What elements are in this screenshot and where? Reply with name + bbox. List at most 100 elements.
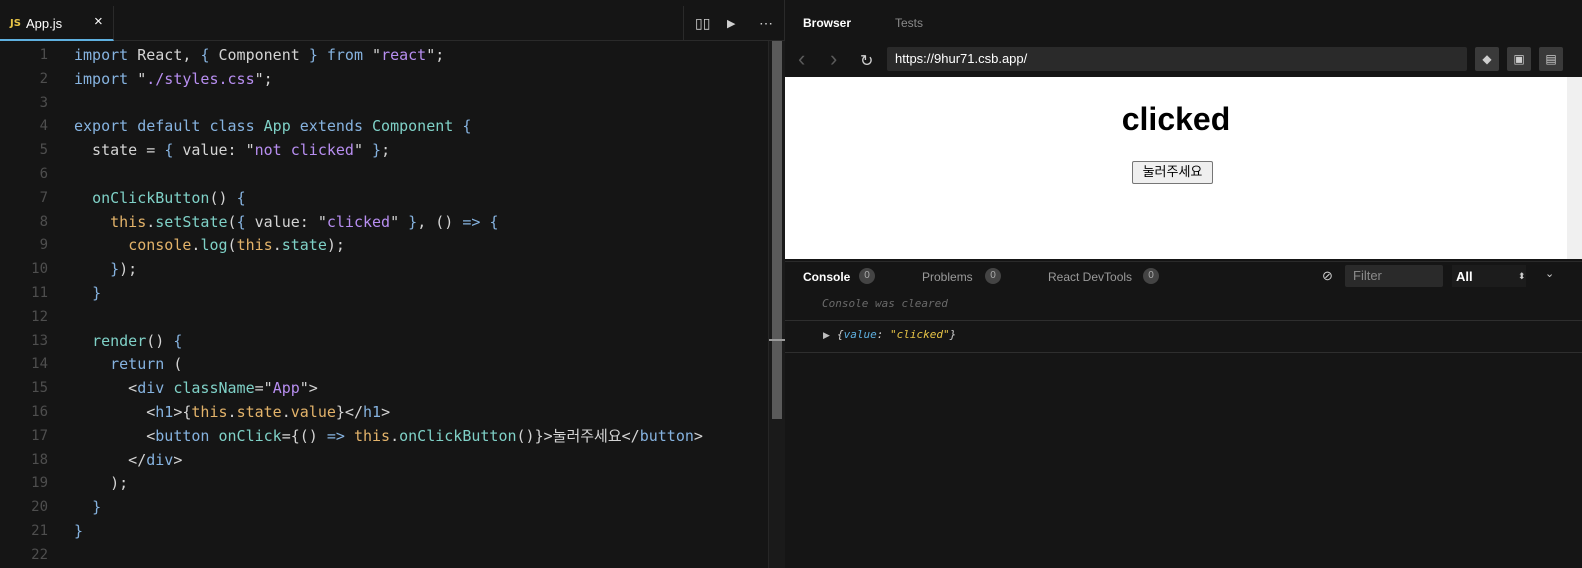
open-new-window-icon[interactable]: ▣ bbox=[1507, 47, 1531, 71]
preview-tabs: Browser Tests bbox=[785, 0, 1582, 46]
code-token: state bbox=[281, 236, 327, 255]
line-number: 20 bbox=[31, 499, 48, 516]
line-number: 21 bbox=[31, 523, 48, 539]
tab-react-devtools[interactable]: React DevTools bbox=[1048, 270, 1132, 284]
code-text: </div> bbox=[74, 448, 182, 472]
code-token: button bbox=[155, 426, 210, 445]
tab-browser[interactable]: Browser bbox=[803, 16, 851, 30]
devtools-count-badge: 0 bbox=[1143, 268, 1159, 284]
browser-toolbar: ‹ › ↻ https://9hur71.csb.app/ ◆ ▣ ▤ bbox=[785, 46, 1582, 76]
forward-icon[interactable]: › bbox=[830, 46, 837, 72]
line-number: 15 bbox=[31, 380, 48, 397]
code-text: this.setState({ value: "clicked" }, () =… bbox=[74, 210, 498, 234]
code-token: } bbox=[408, 212, 418, 231]
code-token: not clicked bbox=[254, 141, 354, 160]
devtools-icon[interactable]: ◆ bbox=[1475, 47, 1499, 71]
log-close-brace: } bbox=[949, 328, 957, 341]
code-text: } bbox=[74, 281, 101, 305]
code-token: onClickButton bbox=[92, 188, 210, 207]
expand-triangle-icon[interactable]: ▶ bbox=[823, 330, 830, 341]
line-number: 18 bbox=[31, 451, 48, 468]
code-token: ( bbox=[227, 236, 237, 255]
code-token: button bbox=[639, 426, 694, 445]
code-text: state = { value: "not clicked" }; bbox=[74, 138, 390, 162]
filter-input[interactable]: Filter bbox=[1345, 265, 1443, 287]
line-number: 7 bbox=[39, 189, 48, 206]
line-number: 9 bbox=[39, 237, 48, 254]
code-token: . bbox=[390, 426, 400, 445]
back-icon[interactable]: ‹ bbox=[798, 46, 805, 72]
url-input[interactable]: https://9hur71.csb.app/ bbox=[887, 47, 1467, 71]
console-log-entry[interactable]: {value: "clicked"} bbox=[837, 328, 956, 341]
code-text: } bbox=[74, 495, 101, 519]
tab-console[interactable]: Console bbox=[803, 270, 850, 284]
tab-tests[interactable]: Tests bbox=[895, 16, 923, 30]
preview-scrollbar[interactable] bbox=[1567, 77, 1582, 259]
log-level-select[interactable]: All bbox=[1452, 265, 1526, 287]
tab-problems[interactable]: Problems bbox=[922, 270, 973, 284]
code-token: App bbox=[272, 379, 300, 398]
code-token: div bbox=[146, 450, 174, 469]
more-icon[interactable]: ⋯ bbox=[759, 15, 773, 32]
code-token: } bbox=[74, 522, 84, 540]
code-text: ); bbox=[74, 471, 128, 495]
chevron-down-icon[interactable]: ⌄ bbox=[1545, 267, 1554, 280]
line-number: 16 bbox=[31, 404, 48, 420]
code-token: setState bbox=[155, 212, 228, 231]
code-token: className bbox=[173, 379, 255, 398]
code-editor: JS App.js × ▯▯ ▶ ⋯ 1 import React, { Comp… bbox=[0, 0, 785, 568]
clear-console-icon[interactable]: ⊘ bbox=[1322, 268, 1333, 284]
code-token: from bbox=[326, 46, 363, 64]
code-token: > bbox=[381, 403, 391, 421]
code-token: , () bbox=[417, 212, 463, 231]
tab-app-js[interactable]: JS App.js × bbox=[0, 6, 114, 41]
code-token: } bbox=[110, 260, 120, 279]
code-text: <button onClick={() => this.onClickButto… bbox=[74, 424, 703, 448]
console-count-badge: 0 bbox=[859, 268, 875, 284]
code-token: . bbox=[146, 212, 156, 231]
code-token: react bbox=[381, 46, 427, 64]
console-tab-bar: Console 0 Problems 0 React DevTools 0 ⊘ … bbox=[785, 261, 1582, 292]
code-token: "; bbox=[426, 46, 445, 64]
split-view-icon[interactable]: ▯▯ bbox=[695, 15, 710, 32]
line-number: 5 bbox=[39, 142, 48, 159]
reload-icon[interactable]: ↻ bbox=[860, 51, 873, 71]
code-token: render bbox=[92, 331, 147, 350]
code-token: onClick bbox=[218, 426, 282, 445]
code-area[interactable]: 1 import React, { Component } from "react… bbox=[0, 41, 768, 568]
code-text: render() { bbox=[74, 329, 182, 353]
code-text: }); bbox=[74, 257, 137, 281]
code-token: value bbox=[290, 403, 336, 421]
code-token: . bbox=[272, 236, 282, 255]
code-token: value: " bbox=[173, 141, 255, 160]
preview-icon[interactable]: ▶ bbox=[727, 17, 735, 30]
line-number: 1 bbox=[39, 47, 48, 63]
code-token: ()}>눌러주세요</ bbox=[516, 426, 640, 445]
layout-icon[interactable]: ▤ bbox=[1539, 47, 1563, 71]
code-token: ); bbox=[74, 474, 129, 493]
code-token: this bbox=[191, 403, 228, 421]
code-token: h1 bbox=[155, 403, 174, 421]
code-token: this bbox=[353, 426, 391, 445]
code-token: > bbox=[173, 450, 183, 469]
log-key: value bbox=[843, 328, 877, 341]
code-token: this bbox=[110, 212, 147, 231]
console-cleared-message: Console was cleared bbox=[822, 297, 948, 310]
preview-click-button[interactable]: 눌러주세요 bbox=[1132, 161, 1213, 184]
code-token: ( bbox=[227, 212, 237, 231]
scrollbar-thumb[interactable] bbox=[772, 41, 782, 419]
code-token: " bbox=[390, 212, 409, 231]
editor-scrollbar[interactable] bbox=[768, 41, 785, 568]
close-icon[interactable]: × bbox=[94, 13, 103, 30]
code-text: return ( bbox=[74, 352, 182, 376]
line-number: 11 bbox=[31, 285, 48, 301]
code-token: " bbox=[363, 46, 382, 64]
